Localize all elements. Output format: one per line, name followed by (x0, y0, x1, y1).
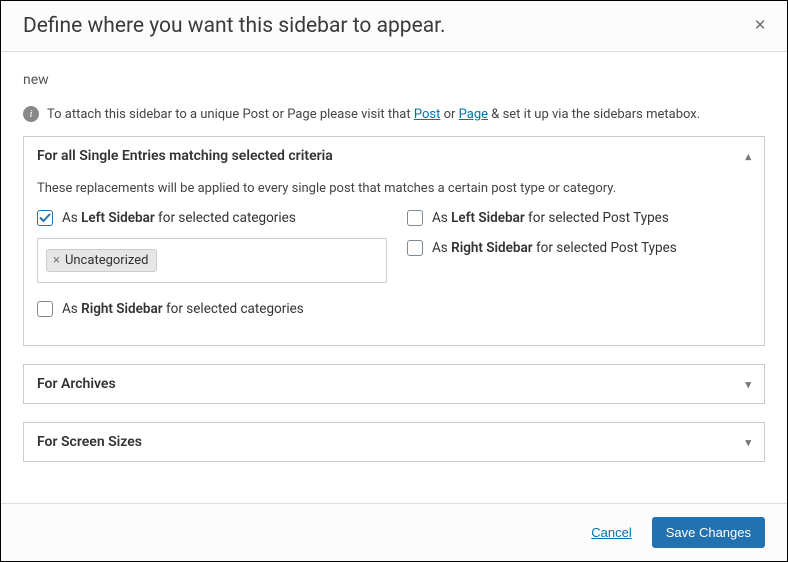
chevron-up-icon: ▴ (745, 150, 751, 163)
tag-remove-icon[interactable]: × (53, 254, 60, 267)
panel-screen-sizes: For Screen Sizes ▾ (23, 422, 765, 462)
modal-title: Define where you want this sidebar to ap… (23, 14, 446, 38)
checkbox-right-pt[interactable] (407, 240, 423, 256)
modal-header: Define where you want this sidebar to ap… (1, 1, 787, 52)
panel-body-single: These replacements will be applied to ev… (24, 175, 764, 345)
panel-header-single[interactable]: For all Single Entries matching selected… (24, 137, 764, 175)
sidebar-name: new (23, 72, 765, 88)
option-right-sidebar-categories[interactable]: As Right Sidebar for selected categories (37, 301, 387, 317)
panel-single-entries: For all Single Entries matching selected… (23, 136, 765, 346)
category-tag-input[interactable]: × Uncategorized (37, 238, 387, 283)
close-button[interactable]: × (741, 7, 779, 45)
checkbox-left-cat[interactable] (37, 210, 53, 226)
panel-title-screen: For Screen Sizes (37, 434, 142, 450)
link-post[interactable]: Post (414, 107, 441, 122)
option-left-sidebar-posttypes[interactable]: As Left Sidebar for selected Post Types (407, 210, 751, 226)
chevron-down-icon: ▾ (745, 436, 751, 449)
panel-header-archives[interactable]: For Archives ▾ (24, 365, 764, 403)
panel-archives: For Archives ▾ (23, 364, 765, 404)
panel-header-screen[interactable]: For Screen Sizes ▾ (24, 423, 764, 461)
link-page[interactable]: Page (459, 107, 488, 122)
checkbox-right-cat[interactable] (37, 301, 53, 317)
info-text: To attach this sidebar to a unique Post … (47, 107, 700, 122)
info-icon: i (23, 106, 39, 122)
close-icon: × (754, 15, 765, 37)
check-icon (39, 212, 51, 224)
tag-uncategorized: × Uncategorized (46, 249, 157, 272)
chevron-down-icon: ▾ (745, 378, 751, 391)
info-row: i To attach this sidebar to a unique Pos… (23, 106, 765, 122)
panel-title-archives: For Archives (37, 376, 116, 392)
option-right-sidebar-posttypes[interactable]: As Right Sidebar for selected Post Types (407, 240, 751, 256)
tag-label: Uncategorized (65, 253, 148, 268)
panel-title-single: For all Single Entries matching selected… (37, 148, 333, 164)
panel-desc-single: These replacements will be applied to ev… (37, 175, 751, 210)
modal-footer: Cancel Save Changes (1, 503, 787, 561)
option-left-sidebar-categories[interactable]: As Left Sidebar for selected categories (37, 210, 387, 226)
save-button[interactable]: Save Changes (652, 517, 765, 548)
modal-body: new i To attach this sidebar to a unique… (1, 52, 787, 503)
checkbox-left-pt[interactable] (407, 210, 423, 226)
cancel-button[interactable]: Cancel (585, 524, 637, 541)
